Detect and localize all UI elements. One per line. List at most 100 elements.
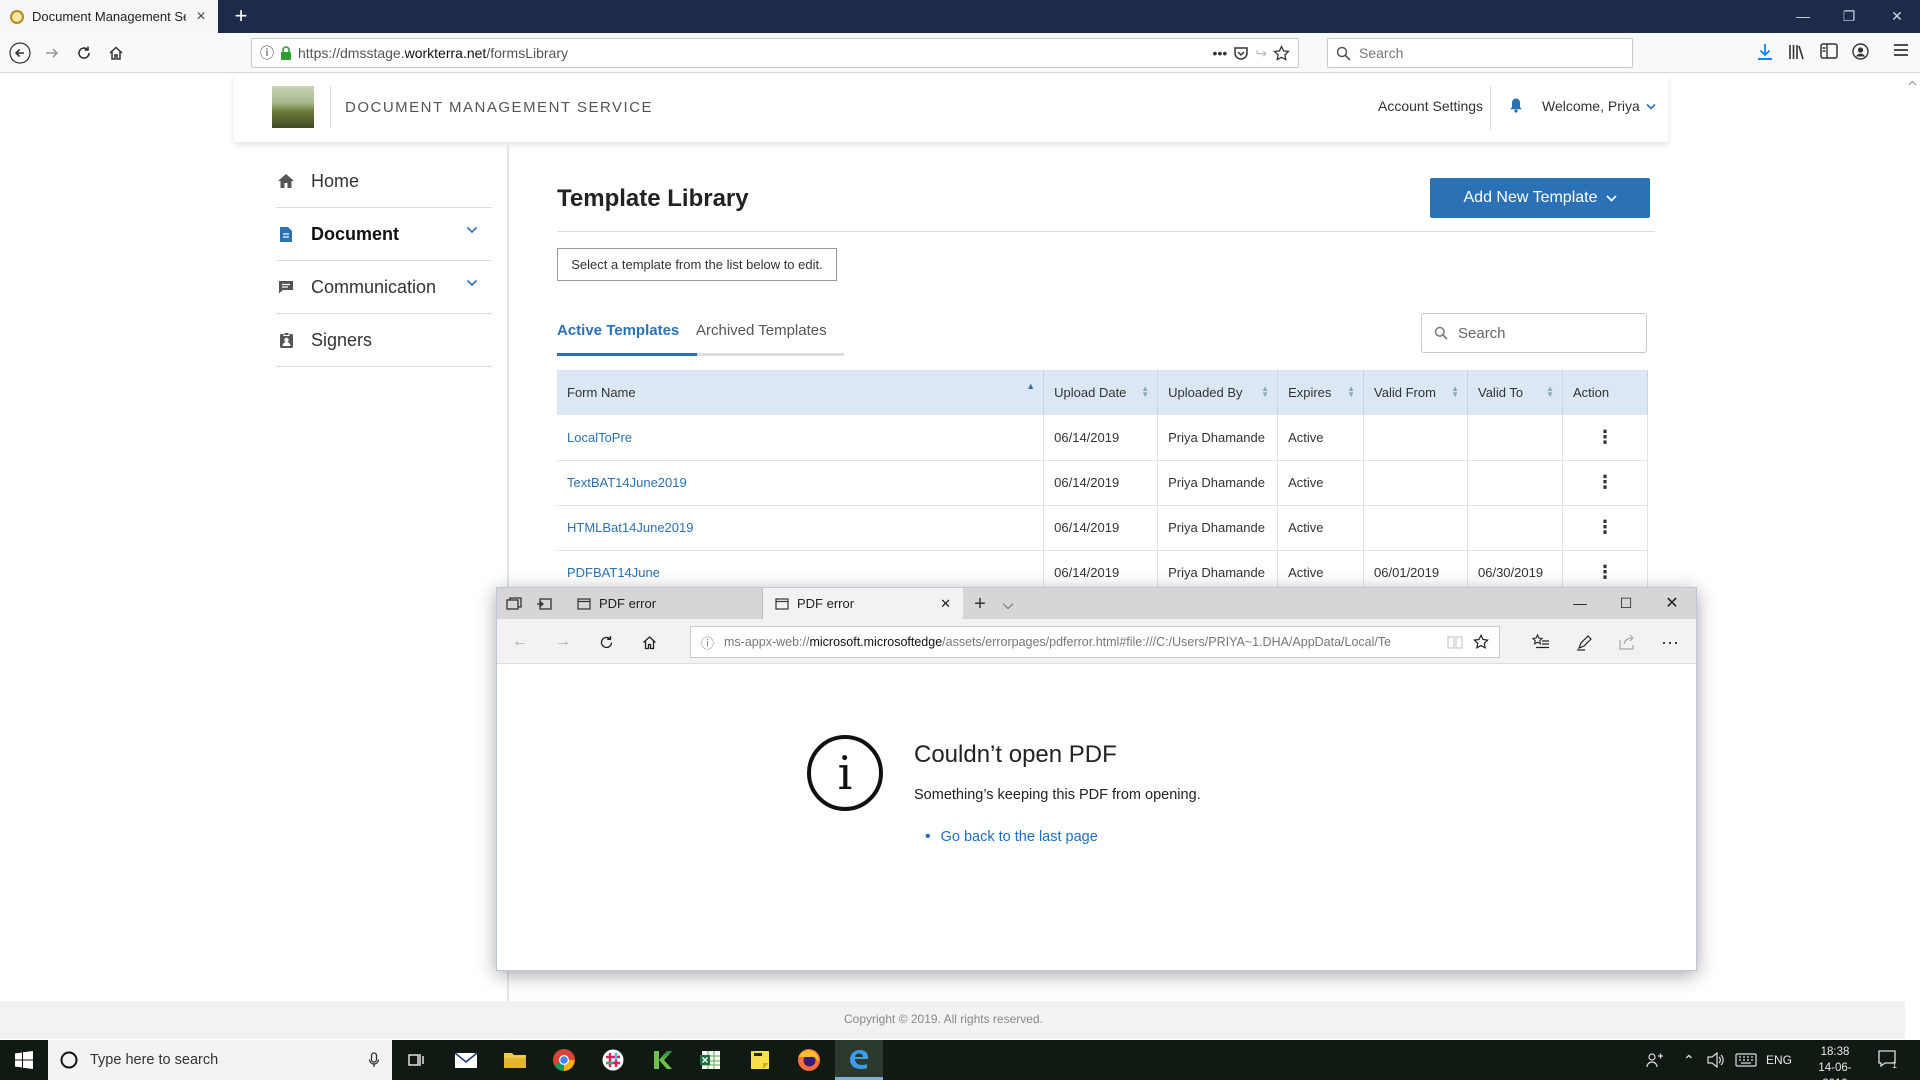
microphone-icon[interactable] bbox=[368, 1052, 380, 1068]
tab-active-templates[interactable]: Active Templates bbox=[557, 320, 697, 356]
page-actions-icon[interactable]: ••• bbox=[1213, 45, 1228, 61]
taskbar-search-box[interactable]: Type here to search bbox=[48, 1040, 392, 1080]
library-icon[interactable] bbox=[1788, 43, 1806, 61]
sort-ascending-icon[interactable]: ▲ bbox=[1026, 382, 1035, 391]
bookmark-star-icon[interactable] bbox=[1273, 44, 1290, 62]
scroll-up-icon[interactable] bbox=[1905, 78, 1920, 88]
column-header-valid-from[interactable]: Valid From ▲ ▼ bbox=[1363, 370, 1468, 415]
new-tab-button[interactable]: + bbox=[226, 2, 256, 30]
user-menu[interactable]: Welcome, Priya bbox=[1542, 98, 1656, 114]
k-app-icon[interactable] bbox=[638, 1040, 686, 1080]
sort-icon[interactable]: ▲ ▼ bbox=[1546, 385, 1554, 399]
chrome-icon[interactable] bbox=[540, 1040, 588, 1080]
browser-search-field[interactable]: Search bbox=[1327, 38, 1633, 68]
share-button[interactable] bbox=[1616, 631, 1638, 653]
row-actions-kebab-icon[interactable]: ⋮ bbox=[1562, 505, 1649, 551]
system-clock[interactable]: 18:38 14-06-2019 bbox=[1806, 1044, 1864, 1080]
mail-app-icon[interactable] bbox=[442, 1040, 490, 1080]
edge-close-button[interactable]: ✕ bbox=[1649, 588, 1695, 619]
sidebar-toggle-icon[interactable] bbox=[1820, 43, 1838, 59]
tab-preview-icon[interactable] bbox=[535, 595, 553, 613]
column-header-uploaded-by[interactable]: Uploaded By ▲ ▼ bbox=[1157, 370, 1279, 415]
address-bar[interactable]: ⓘ https://dmsstage.workterra.net/formsLi… bbox=[251, 38, 1299, 68]
company-logo[interactable] bbox=[272, 86, 314, 128]
close-tab-icon[interactable]: × bbox=[194, 8, 208, 26]
downloads-icon[interactable] bbox=[1757, 43, 1773, 61]
add-new-template-button[interactable]: Add New Template bbox=[1430, 178, 1650, 218]
hamburger-menu-icon[interactable] bbox=[1893, 43, 1909, 57]
sidebar-item-communication[interactable]: Communication bbox=[276, 261, 492, 314]
browser-tab[interactable]: Document Management Servic × bbox=[0, 0, 218, 33]
tab-list-chevron-icon[interactable]: ⌵ bbox=[999, 595, 1017, 613]
home-button[interactable] bbox=[102, 39, 130, 67]
column-header-upload-date[interactable]: Upload Date ▲ ▼ bbox=[1043, 370, 1159, 415]
keyboard-icon[interactable] bbox=[1735, 1040, 1757, 1080]
reading-view-icon[interactable] bbox=[1447, 635, 1463, 649]
start-button[interactable] bbox=[0, 1040, 48, 1080]
edge-more-menu-icon[interactable]: ··· bbox=[1659, 631, 1681, 653]
sort-icon[interactable]: ▲ ▼ bbox=[1347, 385, 1355, 399]
edge-forward-button[interactable]: → bbox=[552, 631, 574, 653]
form-name-link[interactable]: LocalToPre bbox=[557, 415, 1045, 461]
web-note-button[interactable] bbox=[1573, 631, 1595, 653]
pocket-icon[interactable] bbox=[1233, 45, 1249, 61]
file-explorer-icon[interactable] bbox=[491, 1040, 539, 1080]
sidebar-item-document[interactable]: Document bbox=[276, 208, 492, 261]
sidebar-item-home[interactable]: Home bbox=[276, 155, 492, 208]
action-center-icon[interactable]: 1 bbox=[1878, 1040, 1900, 1080]
reload-button[interactable] bbox=[70, 39, 98, 67]
page-scrollbar[interactable] bbox=[1905, 74, 1920, 1040]
column-header-expires[interactable]: Expires ▲ ▼ bbox=[1277, 370, 1365, 415]
people-icon[interactable] bbox=[1646, 1040, 1664, 1080]
restore-window-button[interactable]: ❐ bbox=[1826, 0, 1872, 33]
edge-tab-active[interactable]: PDF error ✕ bbox=[763, 588, 963, 619]
volume-icon[interactable] bbox=[1707, 1040, 1725, 1080]
chevron-up-icon[interactable]: ⌃ bbox=[1683, 1040, 1695, 1080]
close-tab-icon[interactable]: ✕ bbox=[940, 596, 951, 612]
edge-address-bar[interactable]: ⓘ ms-appx-web://microsoft.microsoftedge/… bbox=[690, 626, 1500, 658]
sticky-notes-icon[interactable] bbox=[736, 1040, 784, 1080]
row-actions-kebab-icon[interactable]: ⋮ bbox=[1562, 460, 1649, 506]
close-window-button[interactable]: ✕ bbox=[1874, 0, 1920, 33]
minimize-window-button[interactable]: — bbox=[1780, 0, 1826, 33]
task-view-icon[interactable] bbox=[392, 1040, 440, 1080]
form-name-link[interactable]: HTMLBat14June2019 bbox=[557, 505, 1045, 551]
account-icon[interactable] bbox=[1852, 43, 1869, 60]
sort-icon[interactable]: ▲ ▼ bbox=[1141, 385, 1149, 399]
column-header-valid-to[interactable]: Valid To ▲ ▼ bbox=[1467, 370, 1563, 415]
account-settings-link[interactable]: Account Settings bbox=[1378, 98, 1483, 114]
sidebar-item-label: Communication bbox=[311, 276, 437, 297]
edge-maximize-button[interactable]: ☐ bbox=[1603, 588, 1649, 619]
tab-set-aside-icon[interactable] bbox=[505, 595, 523, 613]
edge-taskbar-icon[interactable] bbox=[835, 1040, 883, 1080]
favorite-star-icon[interactable] bbox=[1473, 634, 1489, 650]
sort-icon[interactable]: ▲ ▼ bbox=[1451, 385, 1459, 399]
back-button[interactable] bbox=[6, 39, 34, 67]
slack-icon[interactable] bbox=[589, 1040, 637, 1080]
form-name-link[interactable]: TextBAT14June2019 bbox=[557, 460, 1045, 506]
go-back-link[interactable]: Go back to the last page bbox=[941, 829, 1098, 845]
sort-icon[interactable]: ▲ ▼ bbox=[1261, 385, 1269, 399]
notification-bell-icon[interactable] bbox=[1509, 97, 1523, 113]
firefox-icon[interactable] bbox=[785, 1040, 833, 1080]
forward-button[interactable] bbox=[38, 39, 66, 67]
edge-new-tab-button[interactable]: + bbox=[971, 593, 989, 615]
edge-back-button[interactable]: ← bbox=[509, 631, 531, 653]
language-indicator[interactable]: ENG bbox=[1766, 1040, 1792, 1080]
edge-refresh-button[interactable] bbox=[595, 631, 617, 653]
site-info-icon[interactable]: ⓘ bbox=[260, 43, 274, 63]
edge-minimize-button[interactable]: — bbox=[1557, 588, 1603, 619]
site-info-icon[interactable]: ⓘ bbox=[701, 633, 714, 652]
column-header-form-name[interactable]: Form Name ▲ bbox=[557, 370, 1045, 415]
tab-archived-templates[interactable]: Archived Templates bbox=[696, 320, 827, 356]
favorites-hub-button[interactable] bbox=[1530, 631, 1552, 653]
edge-home-button[interactable] bbox=[638, 631, 660, 653]
sidebar-item-signers[interactable]: Signers bbox=[276, 314, 492, 367]
edge-tab[interactable]: PDF error bbox=[565, 588, 763, 619]
template-search-input[interactable]: Search bbox=[1421, 313, 1647, 353]
spreadsheet-app-icon[interactable] bbox=[687, 1040, 735, 1080]
reader-view-icon[interactable]: ↪ bbox=[1255, 45, 1267, 62]
row-actions-kebab-icon[interactable]: ⋮ bbox=[1562, 415, 1649, 461]
chevron-down-icon[interactable] bbox=[466, 226, 478, 234]
chevron-down-icon[interactable] bbox=[466, 279, 478, 287]
